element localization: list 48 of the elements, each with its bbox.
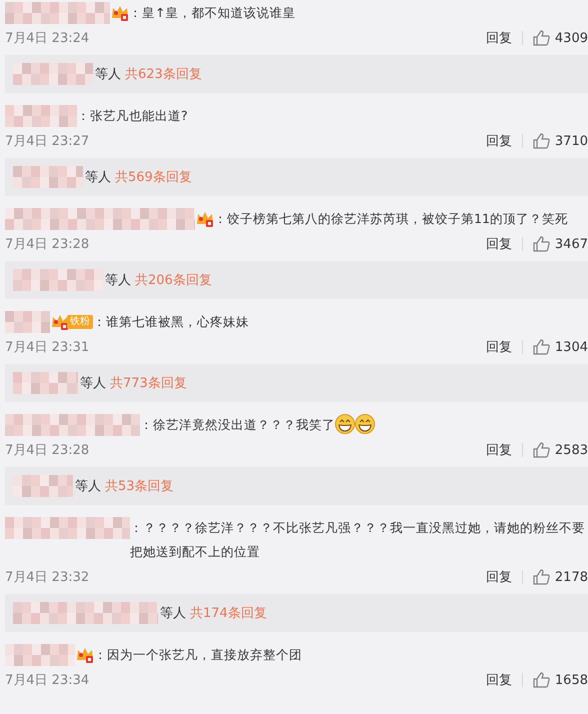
comment-time: 7月4日 23:28 — [5, 236, 90, 253]
comment-text: ：徐艺洋竟然没出道？？？我笑了 — [140, 416, 335, 434]
comment-time: 7月4日 23:34 — [5, 672, 90, 689]
comment-time: 7月4日 23:31 — [5, 339, 90, 356]
crown-badge-icon — [76, 646, 94, 664]
comment-text: ：饺子榜第七第八的徐艺洋苏芮琪，被饺子第11的顶了？笑死 — [214, 210, 568, 228]
crown-badge-icon — [111, 4, 129, 22]
thumbs-up-icon — [532, 569, 550, 585]
like-button[interactable]: 1658 — [532, 672, 588, 688]
grinning-face-icon — [335, 414, 355, 434]
thumbs-up-icon — [532, 30, 550, 46]
reply-users-text: 等人 — [160, 605, 186, 622]
comment-time: 7月4日 23:28 — [5, 442, 90, 459]
comment-time: 7月4日 23:32 — [5, 569, 90, 586]
like-button[interactable]: 1304 — [532, 339, 588, 355]
comment-text: ：谁第七谁被黑，心疼妹妹 — [93, 313, 249, 331]
reply-users-text: 等人 — [105, 272, 131, 289]
comment-time: 7月4日 23:24 — [5, 30, 90, 47]
like-button[interactable]: 2178 — [532, 569, 588, 585]
thumbs-up-icon — [532, 133, 550, 149]
crown-badge-icon — [51, 313, 69, 331]
comment-text: ：皇↑皇，都不知道该说谁皇 — [129, 4, 296, 22]
reply-link[interactable]: 回复 — [486, 235, 512, 253]
comment-text: ：？？？？徐艺洋？？？不比张艺凡强？？？我一直没黑过她，请她的粉丝不要把她送到配不上的位置 — [130, 519, 586, 561]
reply-users-text: 等人 — [80, 375, 106, 392]
comment-time: 7月4日 23:27 — [5, 133, 90, 150]
reply-users-text: 等人 — [95, 66, 121, 83]
thumbs-up-icon — [532, 442, 550, 458]
reply-users-text: 等人 — [75, 478, 101, 495]
reply-link[interactable]: 回复 — [486, 568, 512, 586]
reply-link[interactable]: 回复 — [486, 441, 512, 459]
reply-link[interactable]: 回复 — [486, 29, 512, 47]
like-button[interactable]: 2583 — [532, 442, 588, 458]
like-button[interactable]: 4309 — [532, 30, 588, 46]
thumbs-up-icon — [532, 339, 550, 355]
like-button[interactable]: 3710 — [532, 133, 588, 149]
reply-link[interactable]: 回复 — [486, 132, 512, 150]
comment-text: ：张艺凡也能出道? — [77, 107, 188, 125]
grinning-face-icon — [355, 414, 375, 434]
fan-badge: 铁粉 — [67, 315, 93, 329]
like-button[interactable]: 3467 — [532, 236, 588, 252]
reply-link[interactable]: 回复 — [486, 671, 512, 689]
comment-text: ：因为一个张艺凡，直接放弃整个团 — [94, 646, 302, 664]
reply-users-text: 等人 — [85, 169, 111, 186]
thumbs-up-icon — [532, 236, 550, 252]
thumbs-up-icon — [532, 672, 550, 688]
crown-badge-icon — [196, 210, 214, 228]
reply-link[interactable]: 回复 — [486, 338, 512, 356]
